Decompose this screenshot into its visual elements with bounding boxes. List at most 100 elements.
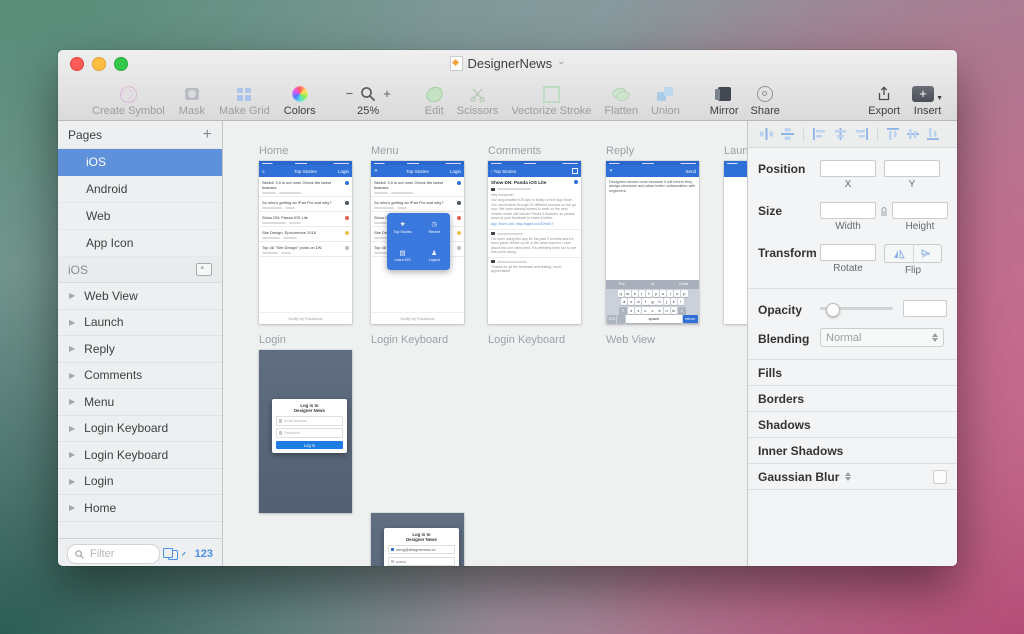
minimize-button[interactable] [92, 57, 106, 71]
disclosure-triangle-icon[interactable]: ▶ [69, 503, 75, 512]
flip-vertical-button[interactable] [912, 245, 942, 262]
letter-key: t [645, 289, 653, 297]
vectorize-stroke-icon [542, 85, 560, 103]
page-item-android[interactable]: Android [58, 176, 222, 203]
layer-item-menu[interactable]: ▶ Menu [58, 389, 222, 416]
story-item: So who's getting an iPad Pro and why? [371, 197, 464, 212]
distribute-vertically-icon[interactable] [777, 125, 798, 143]
page-item-app-icon[interactable]: App Icon [58, 230, 222, 257]
layer-item-comments[interactable]: ▶ Comments [58, 363, 222, 389]
vectorize-stroke-button[interactable]: Vectorize Stroke [511, 85, 591, 117]
zoom-out-button[interactable]: − [346, 87, 354, 100]
letter-key: d [635, 298, 642, 306]
disclosure-triangle-icon[interactable]: ▶ [69, 371, 75, 380]
align-left-icon[interactable] [809, 125, 830, 143]
disclosure-triangle-icon[interactable]: ▶ [69, 344, 75, 353]
artboard-label-login-keyboard-2[interactable]: Login Keyboard [488, 334, 565, 346]
layer-item-home[interactable]: ▶ Home [58, 495, 222, 522]
add-page-button[interactable]: + [203, 126, 212, 144]
align-top-icon[interactable] [883, 125, 903, 143]
make-grid-button[interactable]: Make Grid [219, 85, 270, 117]
page-item-web[interactable]: Web [58, 203, 222, 230]
document-title[interactable]: DesignerNews ⌄ [449, 55, 565, 71]
align-right-icon[interactable] [851, 125, 872, 143]
artboard-launch[interactable] [724, 161, 747, 324]
opacity-input[interactable] [903, 300, 947, 317]
disclosure-triangle-icon[interactable]: ▶ [69, 291, 75, 300]
page-section-header[interactable]: iOS [58, 257, 222, 283]
layer-item-login-keyboard-1[interactable]: ▶ Login Keyboard [58, 416, 222, 442]
artboard-home[interactable]: ≡ Top Stories Login Sketch 3.5 is out no… [259, 161, 352, 324]
rotate-input[interactable] [820, 244, 876, 261]
artboard-label-reply[interactable]: Reply [606, 145, 634, 157]
width-input[interactable] [820, 202, 876, 219]
section-borders[interactable]: Borders [748, 386, 957, 412]
section-gaussian-blur[interactable]: Gaussian Blur [748, 464, 957, 490]
artboard-label-login[interactable]: Login [259, 334, 286, 346]
close-button[interactable] [70, 57, 84, 71]
layer-item-launch[interactable]: ▶ Launch [58, 310, 222, 336]
layer-item-login[interactable]: ▶ Login [58, 469, 222, 495]
page-item-ios[interactable]: iOS [58, 149, 222, 176]
colors-button[interactable]: Colors [284, 85, 316, 117]
align-middle-icon[interactable] [903, 125, 923, 143]
filter-input[interactable] [88, 547, 152, 561]
zoom-button[interactable] [114, 57, 128, 71]
edit-button[interactable]: Edit [424, 84, 445, 117]
layer-item-web-view[interactable]: ▶ Web View [58, 283, 222, 310]
union-button[interactable]: Union [651, 85, 680, 117]
create-symbol-button[interactable]: Create Symbol [92, 85, 165, 117]
pages-panel-icon[interactable] [163, 548, 179, 560]
height-input[interactable] [892, 202, 948, 219]
position-x-input[interactable] [820, 160, 876, 177]
collapse-artboards-icon[interactable] [196, 263, 212, 276]
opacity-slider-knob[interactable] [825, 302, 840, 317]
artboard-login[interactable]: Log in to Designer News Email Address Pa… [259, 350, 352, 513]
distribute-horizontally-icon[interactable] [756, 125, 777, 143]
blur-type-stepper-icon[interactable] [845, 472, 852, 481]
share-button[interactable]: Share [751, 85, 780, 117]
position-y-input[interactable] [884, 160, 940, 177]
artboard-login-keyboard-1[interactable]: Log in to Designer News meng@designernew… [371, 513, 464, 566]
flip-horizontal-button[interactable] [885, 245, 913, 262]
artboard-label-login-keyboard-1[interactable]: Login Keyboard [371, 334, 448, 346]
artboard-label-web-view[interactable]: Web View [606, 334, 655, 346]
artboard-label-launch[interactable]: Launch [724, 145, 747, 157]
canvas[interactable]: Home Menu Comments Reply Launch ≡ Top St… [223, 121, 747, 566]
opacity-slider[interactable] [820, 302, 893, 317]
artboard-menu[interactable]: ✕ Top Stories Login Sketch 3.5 is out no… [371, 161, 464, 324]
mirror-button[interactable]: Mirror [710, 85, 739, 117]
mask-button[interactable]: Mask [179, 85, 205, 117]
pencil-icon[interactable] [181, 548, 187, 560]
artboard-label-home[interactable]: Home [259, 145, 288, 157]
flatten-button[interactable]: Flatten [604, 85, 638, 117]
artboard-comments[interactable]: ‹ Top Stories Show DN: Panda iOS Lite He… [488, 161, 581, 324]
scissors-button[interactable]: Scissors [457, 85, 498, 117]
layer-item-login-keyboard-2[interactable]: ▶ Login Keyboard [58, 442, 222, 469]
artboard-label-comments[interactable]: Comments [488, 145, 541, 157]
shift-key: ⇧ [618, 306, 628, 315]
dropdown-stepper-icon [932, 333, 938, 342]
section-fills[interactable]: Fills [748, 360, 957, 386]
disclosure-triangle-icon[interactable]: ▶ [69, 450, 75, 459]
lock-icon[interactable] [880, 202, 888, 220]
titlebar[interactable]: DesignerNews ⌄ [58, 50, 957, 76]
layer-item-reply[interactable]: ▶ Reply [58, 336, 222, 363]
blending-dropdown[interactable]: Normal [820, 328, 944, 347]
insert-button[interactable]: + ▼ Insert [912, 85, 943, 117]
align-center-horizontal-icon[interactable] [830, 125, 851, 143]
align-bottom-icon[interactable] [923, 125, 943, 143]
export-button[interactable]: Export [868, 85, 900, 117]
section-shadows[interactable]: Shadows [748, 412, 957, 438]
section-inner-shadows[interactable]: Inner Shadows [748, 438, 957, 464]
artboard-reply[interactable]: ✕ Send Designers should code because it … [606, 161, 699, 324]
letter-key: q [617, 289, 624, 297]
artboard-label-menu[interactable]: Menu [371, 145, 399, 157]
blur-checkbox[interactable] [933, 469, 947, 484]
disclosure-triangle-icon[interactable]: ▶ [69, 477, 75, 486]
zoom-in-button[interactable]: + [383, 87, 391, 100]
disclosure-triangle-icon[interactable]: ▶ [69, 424, 75, 433]
disclosure-triangle-icon[interactable]: ▶ [69, 397, 75, 406]
filter-field[interactable] [67, 544, 160, 564]
disclosure-triangle-icon[interactable]: ▶ [69, 318, 75, 327]
